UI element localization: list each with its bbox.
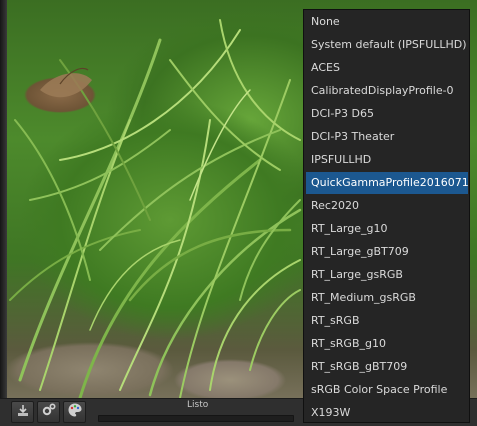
save-button[interactable]	[11, 401, 34, 423]
profile-option[interactable]: RT_Large_gBT709	[306, 241, 468, 263]
profile-option[interactable]: DCI-P3 D65	[306, 103, 468, 125]
profile-option[interactable]: CalibratedDisplayProfile-0	[306, 80, 468, 102]
profile-option[interactable]: ACES	[306, 57, 468, 79]
profile-option[interactable]: None	[306, 11, 468, 33]
profile-option[interactable]: RT_Large_g10	[306, 218, 468, 240]
profile-option[interactable]: IPSFULLHD	[306, 149, 468, 171]
profile-option[interactable]: System default (IPSFULLHD)	[306, 34, 468, 56]
save-to-disk-icon	[16, 403, 30, 422]
profile-option[interactable]: sRGB Color Space Profile	[306, 379, 468, 401]
progress-bar	[98, 415, 294, 422]
profile-option[interactable]: RT_sRGB_g10	[306, 333, 468, 355]
profile-option[interactable]: X193W	[306, 402, 468, 424]
profile-option[interactable]: Rec2020	[306, 195, 468, 217]
profile-option[interactable]: QuickGammaProfile20160711	[306, 172, 468, 194]
profile-option[interactable]: RT_Medium_gsRGB	[306, 287, 468, 309]
profile-option[interactable]: RT_Large_gsRGB	[306, 264, 468, 286]
palette-icon	[67, 402, 83, 422]
color-management-button[interactable]	[63, 401, 86, 423]
profile-option[interactable]: RT_sRGB	[306, 310, 468, 332]
profile-option[interactable]: DCI-P3 Theater	[306, 126, 468, 148]
gears-icon	[41, 402, 57, 422]
profile-option[interactable]: RT_sRGB_gBT709	[306, 356, 468, 378]
panel-border	[0, 0, 7, 398]
status-label: Listo	[187, 400, 209, 410]
queue-settings-button[interactable]	[37, 401, 60, 423]
output-profile-dropdown-menu[interactable]: None System default (IPSFULLHD) ACES Calibr…	[303, 9, 470, 423]
